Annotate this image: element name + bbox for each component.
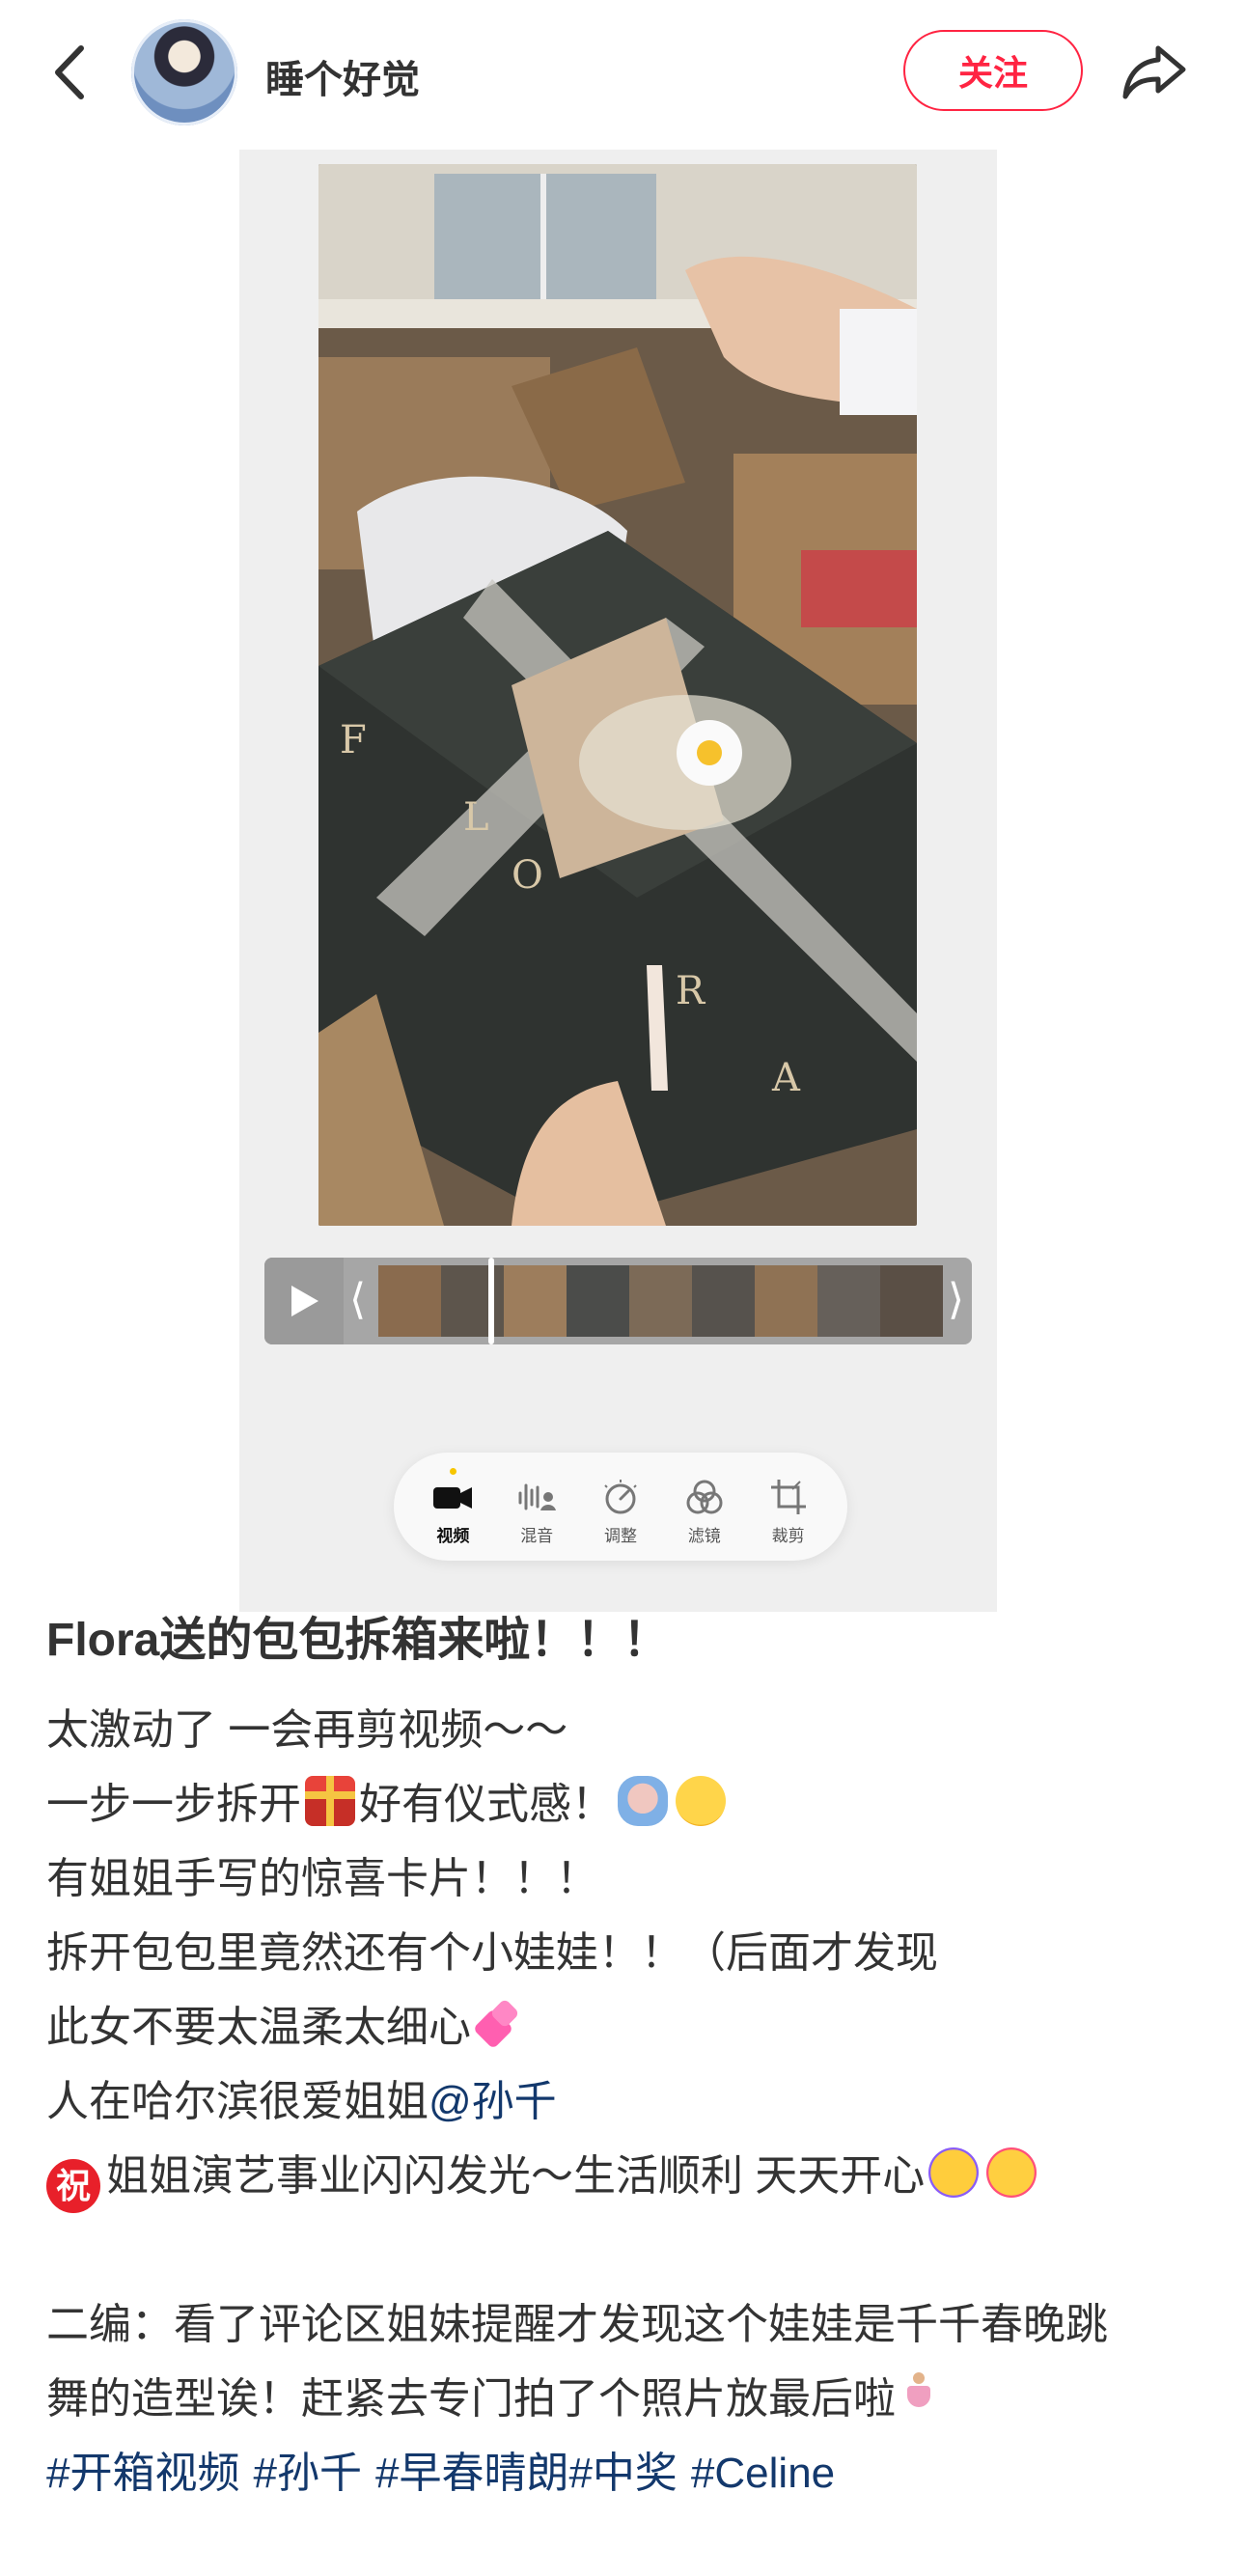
svg-text:O: O [512, 853, 543, 898]
tool-video[interactable]: 视频 [417, 1467, 488, 1546]
frame-thumbnail [817, 1265, 880, 1337]
post-line: 有姐姐手写的惊喜卡片！！！ [46, 1855, 598, 1902]
partying-face-emoji-icon [928, 2147, 980, 2198]
svg-text:F: F [340, 718, 367, 762]
adjust-dial-icon [604, 1479, 637, 1513]
crop-icon [770, 1479, 806, 1514]
author-username[interactable]: 睡个好觉 [265, 48, 420, 104]
back-arrow-icon[interactable] [46, 39, 97, 106]
follow-button[interactable]: 关注 [903, 30, 1083, 111]
frame-thumbnail [629, 1265, 692, 1337]
active-indicator-dot [449, 1467, 456, 1475]
hashtag-link[interactable]: #孙千 [253, 2450, 361, 2497]
post-line: 人在哈尔滨很爱姐姐@孙千 [46, 2064, 1204, 2139]
tool-filter[interactable]: 滤镜 [669, 1468, 740, 1546]
gift-box-photo-image: F L O R A [318, 164, 917, 1226]
frame-thumbnail [692, 1265, 755, 1337]
filter-circles-icon [686, 1480, 723, 1513]
svg-text:A: A [771, 1056, 801, 1100]
post-line: 一步一步拆开 好有仪式感！ [46, 1767, 1204, 1842]
post-text: 舞的造型诶！赶紧去专门拍了个照片放最后啦 [46, 2375, 896, 2423]
frame-thumbnail [441, 1265, 504, 1337]
frame-thumbnail [567, 1265, 629, 1337]
audio-mix-icon [518, 1483, 557, 1510]
post-text: 姐姐演艺事业闪闪发光～生活顺利 天天开心 [106, 2152, 926, 2200]
hashtag-link[interactable]: #早春晴朗#中奖 [375, 2450, 678, 2497]
frame-thumbnail [378, 1265, 441, 1337]
frame-thumbnail [755, 1265, 817, 1337]
two-hearts-emoji-icon [475, 1999, 525, 2049]
hashtag-line: #开箱视频 #孙千 #早春晴朗#中奖 #Celine [46, 2436, 1204, 2510]
unboxing-photo: F L O R A [318, 164, 917, 1226]
hashtag-link[interactable]: #开箱视频 [46, 2450, 239, 2497]
post-line: 祝姐姐演艺事业闪闪发光～生活顺利 天天开心 [46, 2139, 1204, 2213]
svg-text:R: R [676, 969, 706, 1013]
post-header: 睡个好觉 关注 [0, 0, 1245, 145]
post-line: 拆开包包里竟然还有个小娃娃！！（后面才发现 [46, 1929, 938, 1977]
post-line: 二编：看了评论区姐妹提醒才发现这个娃娃是千千春晚跳 [46, 2301, 1108, 2348]
editor-toolbar: 视频 混音 调整 滤镜 裁剪 [394, 1453, 847, 1561]
video-scrubber[interactable]: ⟨ ⟩ [264, 1258, 972, 1344]
trim-right-handle-icon[interactable]: ⟩ [948, 1275, 964, 1324]
tool-label: 裁剪 [771, 1526, 805, 1545]
share-icon[interactable] [1120, 37, 1189, 106]
play-icon [291, 1286, 318, 1316]
post-line: 舞的造型诶！赶紧去专门拍了个照片放最后啦 [46, 2362, 1204, 2436]
svg-text:L: L [463, 795, 489, 840]
tool-audio-mix[interactable]: 混音 [501, 1468, 572, 1546]
frame-thumbnail [880, 1265, 943, 1337]
gift-emoji-icon [305, 1776, 355, 1826]
tool-crop[interactable]: 裁剪 [753, 1468, 824, 1546]
tool-label: 调整 [603, 1526, 637, 1545]
pleading-face-emoji-icon [676, 1776, 726, 1826]
play-button[interactable] [264, 1258, 344, 1344]
tool-label: 视频 [436, 1526, 470, 1545]
post-media[interactable]: F L O R A ⟨ ⟩ 视频 混音 调整 滤镜 裁剪 [239, 150, 997, 1612]
post-text: 好有仪式感！ [359, 1781, 614, 1828]
post-line: 此女不要太温柔太细心 [46, 1990, 1204, 2064]
frame-thumbnail [504, 1265, 567, 1337]
tool-label: 混音 [520, 1526, 554, 1545]
post-content: Flora送的包包拆箱来啦！！！ 太激动了 一会再剪视频～～ 一步一步拆开 好有仪… [46, 1602, 1204, 2510]
avatar[interactable] [131, 19, 237, 125]
praying-emoji-icon [618, 1776, 668, 1826]
post-line: 太激动了 一会再剪视频～～ [46, 1706, 568, 1754]
smiling-hearts-emoji-icon [986, 2147, 1038, 2198]
video-camera-icon [433, 1486, 473, 1509]
dancer-emoji-icon [899, 2370, 938, 2421]
zhu-blessing-emoji-icon: 祝 [46, 2159, 100, 2213]
playhead[interactable] [488, 1258, 494, 1344]
post-text: 人在哈尔滨很爱姐姐 [46, 2078, 429, 2125]
post-text: 此女不要太温柔太细心 [46, 2004, 471, 2051]
post-text: 一步一步拆开 [46, 1781, 301, 1828]
tool-label: 滤镜 [687, 1526, 721, 1545]
hashtag-link[interactable]: #Celine [691, 2450, 835, 2497]
trim-left-handle-icon[interactable]: ⟨ [349, 1275, 366, 1324]
user-mention-link[interactable]: @孙千 [429, 2078, 557, 2125]
tool-adjust[interactable]: 调整 [585, 1468, 656, 1546]
post-title: Flora送的包包拆箱来啦！！！ [46, 1615, 670, 1666]
frame-strip[interactable] [378, 1265, 943, 1337]
